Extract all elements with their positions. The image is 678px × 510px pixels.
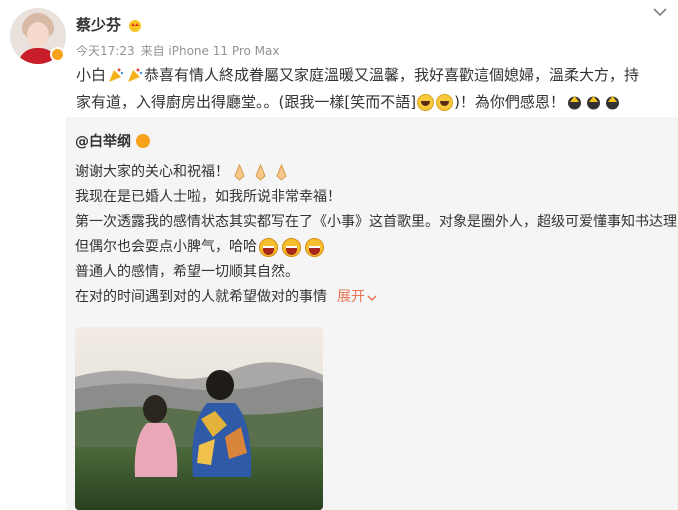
repost-line: 普通人的感情，希望一切顺其自然。 [75, 264, 299, 280]
repost-text: 谢谢大家的关心和祝福！ 我现在是已婚人士啦，如我所说非常幸福！ 第一次透露我的感… [75, 160, 677, 310]
grin-icon [305, 238, 324, 257]
party-popper-icon [128, 68, 143, 82]
laughing-crying-icon [436, 94, 454, 111]
author-name[interactable]: 蔡少芬 [76, 14, 121, 35]
grin-icon [282, 238, 301, 257]
post-text: 小白 恭喜有情人終成眷屬又家庭溫暖又溫馨，我好喜歡這個媳婦，溫柔大方，持 家有道… [76, 62, 666, 116]
repost-line: 在对的时间遇到对的人就希望做对的事情 [75, 289, 327, 305]
party-popper-icon [109, 68, 124, 82]
bless-icon [567, 96, 581, 110]
crown-icon [129, 19, 142, 32]
chevron-down-icon [367, 295, 377, 301]
pray-icon [276, 164, 287, 181]
verified-badge-icon [50, 47, 65, 62]
post-text-segment: )！為你們感恩！ [454, 93, 565, 111]
repost-line: 第一次透露我的感情状态其实都写在了《小事》这首歌里。对象是圈外人，超级可爱懂事知… [75, 214, 677, 230]
laughing-crying-icon [417, 94, 435, 111]
post-photo[interactable] [75, 327, 323, 510]
post-source: 来自 iPhone 11 Pro Max [140, 44, 280, 58]
chevron-down-icon[interactable] [652, 6, 668, 18]
post-time[interactable]: 今天17:23 [76, 42, 135, 59]
post-text-segment: 家有道，入得廚房出得廳堂。。(跟我一樣[笑而不語] [76, 93, 417, 111]
bless-icon [586, 96, 600, 110]
repost-line: 我现在是已婚人士啦，如我所说非常幸福！ [75, 189, 341, 205]
verified-badge-icon [136, 134, 150, 148]
post-text-segment: 恭喜有情人終成眷屬又家庭溫暖又溫馨，我好喜歡這個媳婦，溫柔大方，持 [144, 66, 640, 84]
grin-icon [259, 238, 278, 257]
pray-icon [255, 164, 266, 181]
bless-icon [605, 96, 619, 110]
repost-line: 谢谢大家的关心和祝福！ [75, 164, 229, 180]
expand-label: 展开 [337, 289, 365, 305]
repost-line: 但偶尔也会耍点小脾气，哈哈 [75, 239, 257, 255]
post-text-segment: 小白 [76, 66, 107, 84]
expand-link[interactable]: 展开 [337, 285, 377, 310]
repost-card[interactable]: @白举纲 谢谢大家的关心和祝福！ 我现在是已婚人士啦，如我所说非常幸福！ 第一次… [66, 117, 678, 510]
repost-username[interactable]: @白举纲 [75, 131, 131, 151]
pray-icon [234, 164, 245, 181]
